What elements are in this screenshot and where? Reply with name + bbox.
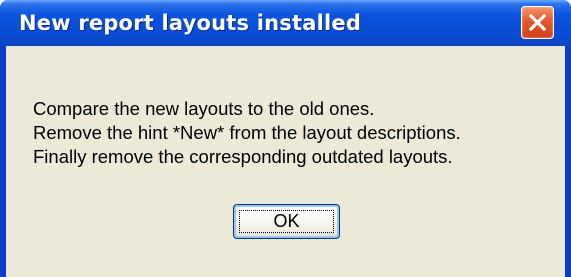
- dialog-body: Compare the new layouts to the old ones.…: [6, 46, 565, 277]
- ok-button[interactable]: OK: [233, 204, 340, 239]
- close-button[interactable]: [521, 6, 554, 39]
- dialog-window: New report layouts installed Compare the…: [0, 0, 571, 277]
- dialog-message: Compare the new layouts to the old ones.…: [33, 97, 461, 169]
- title-bar[interactable]: New report layouts installed: [0, 0, 571, 46]
- message-line-2: Remove the hint *New* from the layout de…: [33, 122, 461, 143]
- dialog-title: New report layouts installed: [19, 11, 362, 35]
- message-line-3: Finally remove the corresponding outdate…: [33, 146, 453, 167]
- ok-button-label: OK: [273, 211, 300, 231]
- message-line-1: Compare the new layouts to the old ones.: [33, 98, 375, 119]
- close-icon: [528, 13, 547, 32]
